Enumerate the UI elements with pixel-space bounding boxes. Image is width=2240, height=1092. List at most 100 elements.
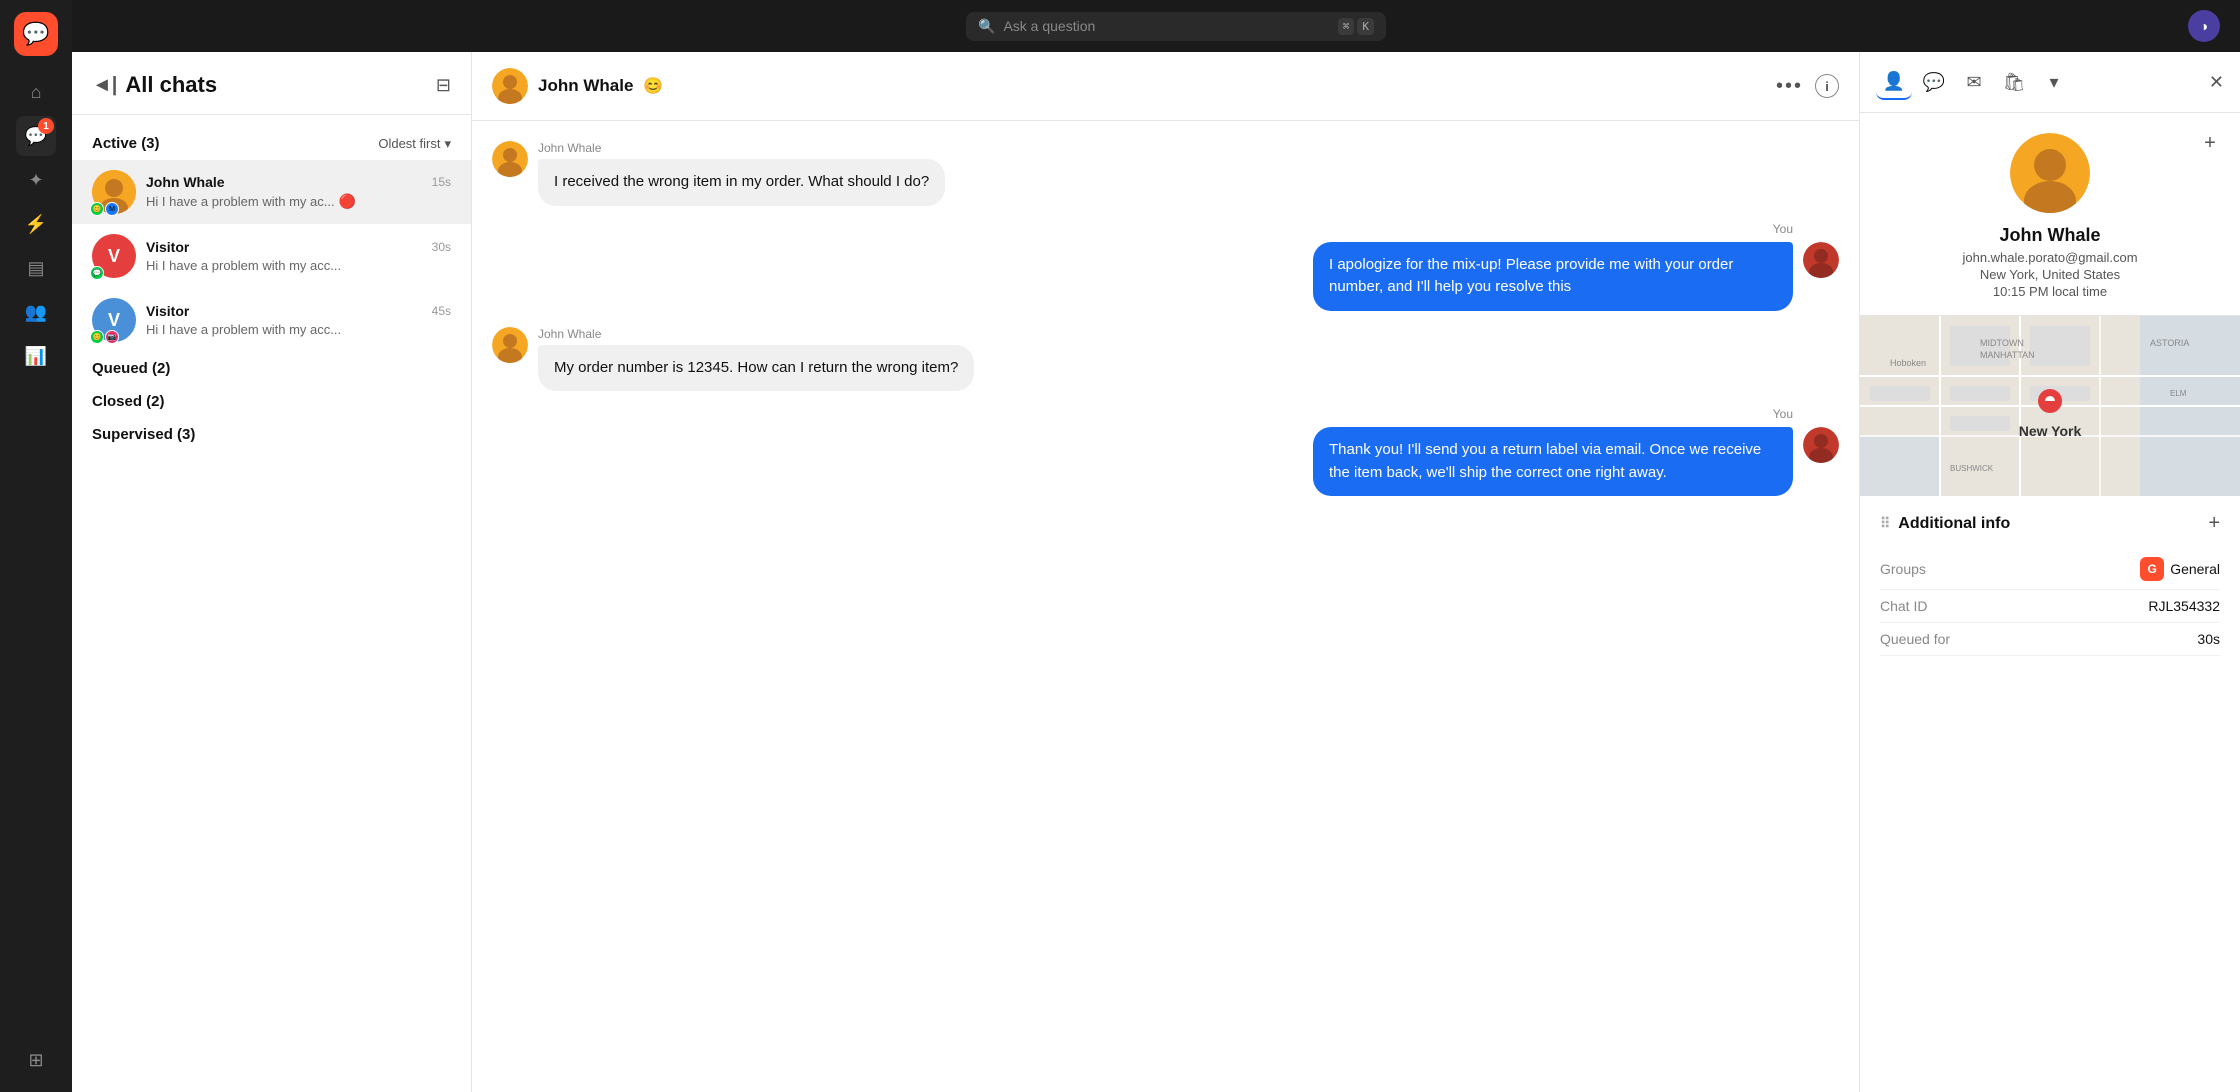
add-info-btn[interactable]: +	[2208, 512, 2220, 535]
message-row-3: John Whale My order number is 12345. How…	[492, 327, 1839, 392]
chat3-preview: Hi I have a problem with my acc...	[146, 322, 341, 337]
chat1-source-icon2: M	[105, 202, 119, 216]
chat-panel: John Whale 😊 ••• i	[472, 52, 1860, 1092]
tab-more[interactable]: ▾	[2036, 64, 2072, 100]
sort-button[interactable]: Oldest first ▾	[378, 136, 451, 152]
sidebar-item-widgets[interactable]: ⊞	[16, 1040, 56, 1080]
chat2-info: Visitor 30s Hi I have a problem with my …	[146, 239, 451, 273]
svg-text:ASTORIA: ASTORIA	[2150, 338, 2189, 348]
you-label-2: You	[492, 407, 1793, 421]
chat1-source-icon1: 😊	[90, 202, 104, 216]
more-options-icon[interactable]: •••	[1776, 75, 1803, 98]
chat-item-visitor-2[interactable]: V 😊 📷 Visitor 45s Hi I have a problem wi…	[72, 288, 471, 352]
queued-section[interactable]: Queued (2)	[72, 352, 471, 385]
kbd-cmd: ⌘	[1338, 18, 1355, 35]
user-avatar-top[interactable]: ◑	[2188, 10, 2220, 42]
chat2-preview: Hi I have a problem with my acc...	[146, 258, 341, 273]
sidebar-item-lightning[interactable]: ⚡	[16, 204, 56, 244]
contact-email: john.whale.porato@gmail.com	[1880, 250, 2220, 265]
chat-list-body: Active (3) Oldest first ▾	[72, 115, 471, 1092]
closed-section-title: Closed (2)	[92, 393, 165, 410]
msg1-bubble: I received the wrong item in my order. W…	[538, 159, 945, 206]
contact-location: New York, United States	[1880, 267, 2220, 282]
widgets-icon: ⊞	[28, 1050, 43, 1071]
search-icon: 🔍	[978, 18, 995, 35]
chat3-source-icon1: 😊	[90, 330, 104, 344]
chat1-preview: Hi I have a problem with my ac...	[146, 194, 335, 209]
home-icon: ⌂	[31, 82, 42, 103]
add-contact-btn[interactable]: +	[2196, 129, 2224, 157]
chat-tab-icon: 💬	[1923, 72, 1945, 93]
svg-text:MANHATTAN: MANHATTAN	[1980, 350, 2035, 360]
tab-shopify[interactable]: 🛍	[1996, 64, 2032, 100]
chat-header-right: ••• i	[1776, 74, 1839, 98]
kbd-k: K	[1357, 18, 1374, 35]
tab-chat[interactable]: 💬	[1916, 64, 1952, 100]
app-logo[interactable]: 💬	[14, 12, 58, 56]
svg-text:New York: New York	[2019, 423, 2082, 439]
map-section: Hoboken MIDTOWN MANHATTAN ASTORIA ELM BU…	[1860, 316, 2240, 496]
sidebar-item-contacts[interactable]: 👥	[16, 292, 56, 332]
chat3-name: Visitor	[146, 303, 189, 319]
message-row-1: John Whale I received the wrong item in …	[492, 141, 1839, 206]
email-tab-icon: ✉	[1966, 72, 1981, 93]
tab-email[interactable]: ✉	[1956, 64, 1992, 100]
you-label-1: You	[492, 222, 1793, 236]
chat-list-title: ◄| All chats	[92, 72, 217, 98]
msg1-avatar	[492, 141, 528, 177]
contact-avatar-large	[2010, 133, 2090, 213]
chat-item-visitor-1[interactable]: V 💬 Visitor 30s Hi I have a problem with…	[72, 224, 471, 288]
msg2-bubble: I apologize for the mix-up! Please provi…	[1313, 242, 1793, 311]
additional-info-header: ⠿ Additional info +	[1880, 512, 2220, 535]
message-row-4: Thank you! I'll send you a return label …	[492, 427, 1839, 496]
search-bar[interactable]: 🔍 Ask a question ⌘ K	[966, 12, 1386, 41]
sidebar-item-home[interactable]: ⌂	[16, 72, 56, 112]
chat-header-avatar	[492, 68, 528, 104]
queued-section-title: Queued (2)	[92, 360, 170, 377]
additional-info-section: ⠿ Additional info + Groups G General	[1860, 496, 2240, 672]
sidebar-item-chats[interactable]: 💬 1	[16, 116, 56, 156]
groups-value: G General	[2140, 557, 2220, 581]
message-group-4: You Thank you! I'll send you a return la…	[492, 407, 1839, 496]
tab-contact[interactable]: 👤	[1876, 64, 1912, 100]
all-chats-title: All chats	[125, 72, 217, 98]
right-panel-header: 👤 💬 ✉ 🛍 ▾ ✕	[1860, 52, 2240, 113]
message-group-3: John Whale My order number is 12345. How…	[492, 327, 1839, 392]
main-content: ◄| All chats ⊟ Active (3) Oldest first ▾	[72, 52, 2240, 1092]
urgent-badge: 🔴	[339, 193, 356, 210]
chat3-source-icon2: 📷	[105, 330, 119, 344]
msg4-avatar	[1803, 427, 1839, 463]
sidebar-item-reports[interactable]: 📊	[16, 336, 56, 376]
chat-list-header: ◄| All chats ⊟	[72, 52, 471, 115]
right-panel-body: + John Whale john.whale.porato@gmail.com…	[1860, 113, 2240, 1092]
chat1-name: John Whale	[146, 174, 225, 190]
chat-header-left: John Whale 😊	[492, 68, 663, 104]
contact-local-time: 10:15 PM local time	[1880, 284, 2220, 299]
svg-text:ELM: ELM	[2170, 389, 2187, 398]
group-badge: G	[2140, 557, 2164, 581]
msg3-avatar	[492, 327, 528, 363]
message-group-1: John Whale I received the wrong item in …	[492, 141, 1839, 206]
shopify-tab-icon: 🛍	[2003, 72, 2026, 93]
closed-section[interactable]: Closed (2)	[72, 385, 471, 418]
back-arrow-icon[interactable]: ◄|	[92, 74, 117, 97]
queued-for-label: Queued for	[1880, 631, 1950, 647]
emoji-status-icon: 😊	[643, 76, 663, 96]
close-panel-icon[interactable]: ✕	[2209, 72, 2224, 93]
supervised-section[interactable]: Supervised (3)	[72, 418, 471, 451]
chats-badge: 1	[38, 118, 54, 134]
chat-header-name: John Whale	[538, 76, 633, 96]
additional-info-label: Additional info	[1898, 515, 2010, 533]
sidebar-item-archive[interactable]: ▤	[16, 248, 56, 288]
contact-name: John Whale	[1880, 225, 2220, 246]
filter-icon[interactable]: ⊟	[436, 75, 451, 96]
info-icon[interactable]: i	[1815, 74, 1839, 98]
archive-icon: ▤	[27, 258, 44, 279]
groups-text: General	[2170, 561, 2220, 577]
svg-text:BUSHWICK: BUSHWICK	[1950, 464, 1994, 473]
chat-item-john-whale[interactable]: 😊 M John Whale 15s Hi I have a problem w…	[72, 160, 471, 224]
sidebar-item-magic[interactable]: ✦	[16, 160, 56, 200]
keyboard-hint: ⌘ K	[1338, 18, 1374, 35]
group-badge-letter: G	[2148, 562, 2157, 576]
messages-area: John Whale I received the wrong item in …	[472, 121, 1859, 1092]
